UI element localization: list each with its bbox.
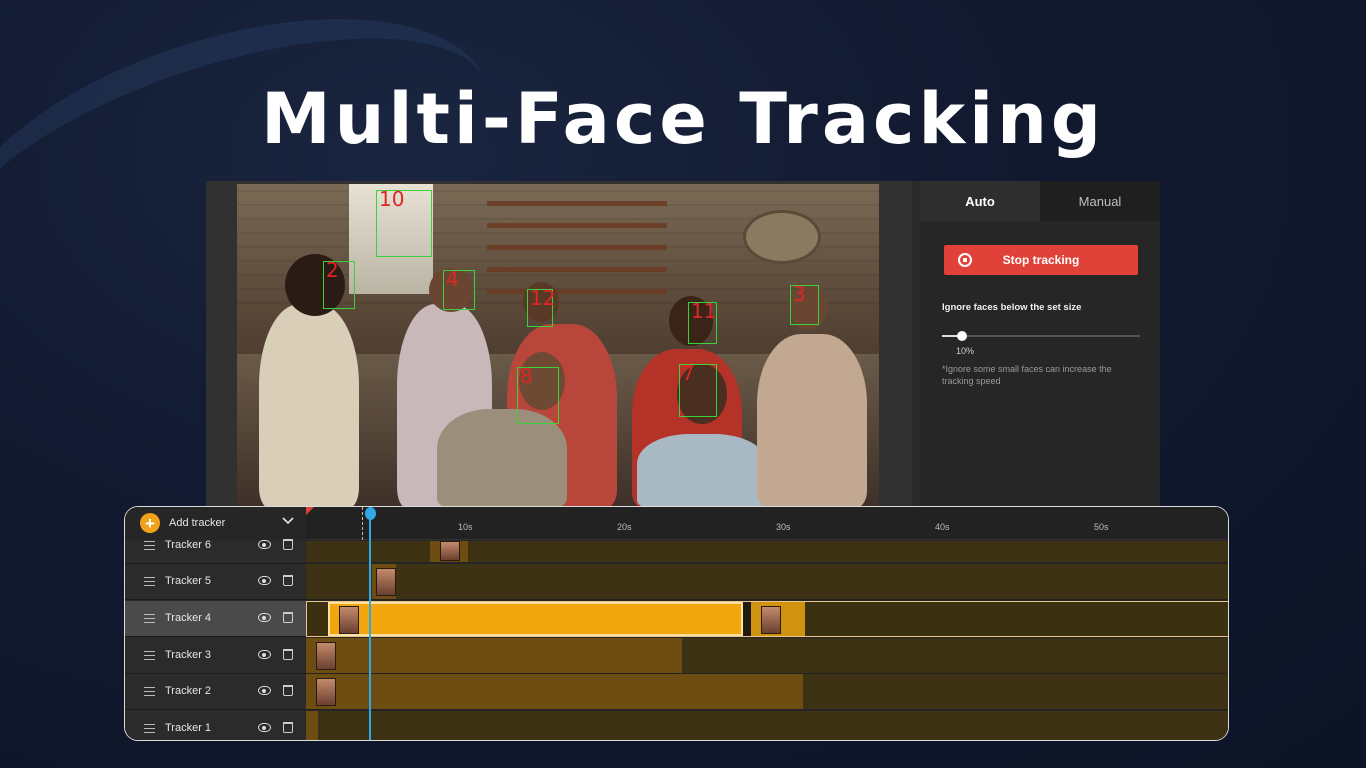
face-number: 12 (530, 286, 556, 310)
trash-icon[interactable] (283, 539, 293, 550)
face-box[interactable]: 7 (679, 361, 717, 417)
eye-icon[interactable] (258, 540, 271, 549)
timeline-lanes[interactable]: 10s 20s 30s 40s 50s (306, 507, 1228, 740)
tracker-row-selected[interactable]: Tracker 4 (125, 601, 306, 637)
face-thumbnail (440, 541, 460, 561)
track-segment[interactable] (743, 602, 751, 636)
drag-handle-icon[interactable] (144, 724, 155, 733)
tracker-row[interactable]: Tracker 1 (125, 711, 306, 740)
face-thumbnail (339, 606, 359, 634)
chevron-down-icon[interactable] (281, 514, 295, 528)
tracker-row[interactable]: Tracker 3 (125, 638, 306, 674)
video-frame: 10 2 4 12 11 3 8 7 (237, 184, 879, 508)
face-number: 8 (520, 364, 533, 388)
face-thumbnail (316, 642, 336, 670)
eye-icon[interactable] (258, 723, 271, 732)
track-segment[interactable] (306, 711, 318, 740)
face-thumbnail (376, 568, 396, 596)
ruler-tick: 20s (617, 522, 632, 532)
editor-window: 10 2 4 12 11 3 8 7 Auto Manual Stop trac… (206, 181, 1160, 511)
tracker-list: + Add tracker Tracker 6 Tracker 5 Tracke… (125, 507, 306, 740)
face-number: 2 (326, 258, 339, 282)
eye-icon[interactable] (258, 686, 271, 695)
face-box[interactable]: 3 (790, 282, 819, 325)
eye-icon[interactable] (258, 613, 271, 622)
trash-icon[interactable] (283, 722, 293, 733)
drag-handle-icon[interactable] (144, 541, 155, 550)
face-number: 3 (793, 282, 806, 306)
drag-handle-icon[interactable] (144, 687, 155, 696)
timeline: + Add tracker Tracker 6 Tracker 5 Tracke… (124, 506, 1229, 741)
page-headline: Multi-Face Tracking (260, 78, 1106, 160)
stop-tracking-label: Stop tracking (1002, 253, 1080, 267)
slider-value: 10% (956, 346, 975, 356)
stairs (487, 184, 667, 294)
ruler-tick: 30s (776, 522, 791, 532)
playhead[interactable] (365, 507, 376, 740)
tracker-row[interactable]: Tracker 2 (125, 674, 306, 710)
tracker-lane[interactable] (306, 541, 1228, 563)
tracker-lane[interactable] (306, 711, 1228, 740)
ruler-tick: 10s (458, 522, 473, 532)
slider-thumb[interactable] (956, 331, 967, 341)
drag-handle-icon[interactable] (144, 577, 155, 586)
tracker-name: Tracker 1 (165, 722, 212, 734)
video-preview: 10 2 4 12 11 3 8 7 (206, 181, 912, 511)
face-number: 7 (682, 361, 695, 385)
hint-text: *Ignore some small faces can increase th… (942, 364, 1112, 386)
eye-icon[interactable] (258, 576, 271, 585)
tracker-name: Tracker 4 (165, 612, 212, 624)
drag-handle-icon[interactable] (144, 614, 155, 623)
start-marker (306, 507, 314, 515)
time-ruler[interactable]: 10s 20s 30s 40s 50s (306, 507, 1228, 540)
trash-icon[interactable] (283, 649, 293, 660)
tracker-name: Tracker 6 (165, 539, 212, 551)
face-number: 4 (446, 267, 459, 291)
wall-mirror (743, 210, 821, 264)
cue-line (362, 507, 363, 540)
drag-handle-icon[interactable] (144, 651, 155, 660)
tracker-name: Tracker 5 (165, 575, 212, 587)
tracker-row[interactable]: Tracker 6 (125, 528, 306, 564)
face-box[interactable]: 12 (527, 286, 556, 327)
tracker-name: Tracker 2 (165, 685, 212, 697)
trash-icon[interactable] (283, 685, 293, 696)
track-segment-selected[interactable] (328, 602, 743, 636)
tracking-panel: Auto Manual Stop tracking Ignore faces b… (920, 181, 1160, 511)
face-box[interactable]: 4 (443, 267, 475, 310)
face-box[interactable]: 10 (376, 187, 432, 257)
tracker-name: Tracker 3 (165, 649, 212, 661)
size-slider[interactable] (942, 331, 1140, 341)
person (259, 304, 359, 508)
face-box[interactable]: 2 (323, 258, 355, 309)
face-number: 10 (379, 187, 405, 211)
ignore-size-label: Ignore faces below the set size (942, 302, 1082, 313)
eye-icon[interactable] (258, 650, 271, 659)
ruler-tick: 40s (935, 522, 950, 532)
face-number: 11 (691, 299, 717, 323)
face-box[interactable]: 8 (517, 364, 559, 424)
face-box[interactable]: 11 (688, 299, 717, 344)
stop-icon (958, 253, 972, 267)
tracker-lane[interactable] (306, 674, 1228, 710)
trash-icon[interactable] (283, 575, 293, 586)
tab-manual[interactable]: Manual (1040, 181, 1160, 221)
face-thumbnail (761, 606, 781, 634)
stop-tracking-button[interactable]: Stop tracking (944, 245, 1138, 275)
person (757, 334, 867, 508)
trash-icon[interactable] (283, 612, 293, 623)
track-segment[interactable] (306, 638, 682, 673)
tracker-lane[interactable] (306, 564, 1228, 600)
tracker-row[interactable]: Tracker 5 (125, 564, 306, 600)
tab-auto[interactable]: Auto (920, 181, 1040, 221)
mode-tabs: Auto Manual (920, 181, 1160, 221)
face-thumbnail (316, 678, 336, 706)
tracker-lane[interactable] (306, 638, 1228, 674)
tracker-lane-selected[interactable] (306, 601, 1228, 637)
track-segment[interactable] (306, 674, 803, 709)
person (637, 434, 767, 508)
playhead-handle[interactable] (365, 507, 376, 520)
ruler-tick: 50s (1094, 522, 1109, 532)
